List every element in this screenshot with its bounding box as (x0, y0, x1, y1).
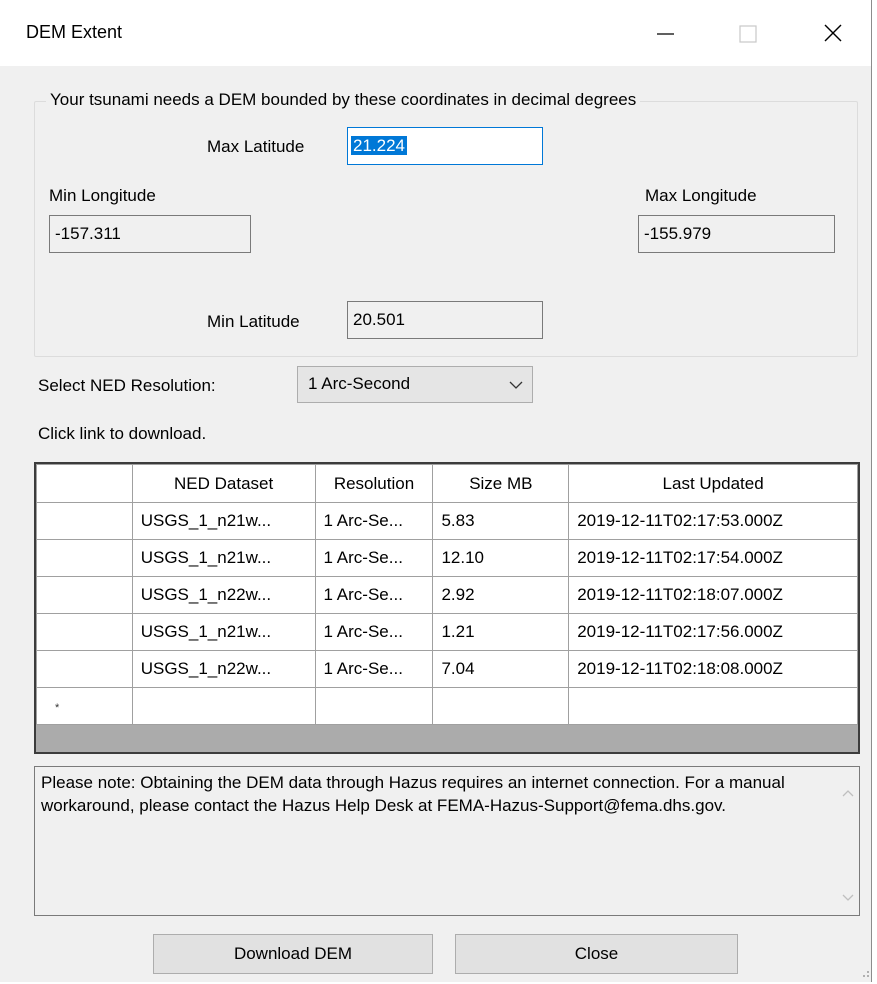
grid-corner-header[interactable] (36, 464, 133, 503)
new-row-cell[interactable] (314, 687, 434, 725)
chevron-down-icon (509, 381, 523, 389)
max-latitude-value: 21.224 (351, 136, 407, 155)
dataset-link-cell[interactable]: USGS_1_n21w... (131, 502, 316, 540)
last-updated-cell[interactable]: 2019-12-11T02:18:07.000Z (568, 576, 858, 614)
max-latitude-label: Max Latitude (207, 137, 305, 156)
row-header-cell[interactable] (36, 576, 133, 614)
table-row[interactable]: USGS_1_n21w... 1 Arc-Se... 1.21 2019-12-… (36, 613, 858, 651)
close-window-button[interactable] (800, 0, 870, 66)
last-updated-cell[interactable]: 2019-12-11T02:17:56.000Z (568, 613, 858, 651)
ned-dataset-table: NED Dataset Resolution Size MB Last Upda… (36, 464, 858, 725)
scroll-down-icon (842, 894, 854, 901)
table-row[interactable]: USGS_1_n21w... 1 Arc-Se... 12.10 2019-12… (36, 539, 858, 577)
column-header-resolution[interactable]: Resolution (314, 464, 434, 503)
note-text: Please note: Obtaining the DEM data thro… (41, 773, 785, 815)
dataset-link-cell[interactable]: USGS_1_n22w... (131, 576, 316, 614)
minimize-button[interactable] (630, 0, 700, 66)
new-row-marker: * (55, 702, 60, 714)
resolution-cell[interactable]: 1 Arc-Se... (314, 539, 434, 577)
grid-header-row: NED Dataset Resolution Size MB Last Upda… (36, 464, 858, 503)
maximize-icon (739, 25, 757, 43)
table-row[interactable]: USGS_1_n22w... 1 Arc-Se... 7.04 2019-12-… (36, 650, 858, 688)
title-bar[interactable]: DEM Extent (0, 0, 871, 66)
size-cell[interactable]: 12.10 (432, 539, 570, 577)
resolution-cell[interactable]: 1 Arc-Se... (314, 613, 434, 651)
min-latitude-value: 20.501 (353, 310, 405, 329)
note-textbox[interactable]: Please note: Obtaining the DEM data thro… (34, 766, 860, 916)
new-row-header-cell[interactable]: * (36, 687, 133, 725)
size-cell[interactable]: 5.83 (432, 502, 570, 540)
column-header-ned-dataset[interactable]: NED Dataset (131, 464, 316, 503)
last-updated-cell[interactable]: 2019-12-11T02:17:53.000Z (568, 502, 858, 540)
new-row-cell[interactable] (131, 687, 316, 725)
min-longitude-field[interactable]: -157.311 (49, 215, 251, 253)
new-row-cell[interactable] (568, 687, 858, 725)
dataset-link-cell[interactable]: USGS_1_n21w... (131, 539, 316, 577)
size-cell[interactable]: 7.04 (432, 650, 570, 688)
resolution-selected: 1 Arc-Second (308, 374, 411, 393)
minimize-icon (657, 33, 674, 35)
min-latitude-label: Min Latitude (207, 312, 300, 331)
max-longitude-label: Max Longitude (645, 186, 757, 205)
scroll-up-icon (842, 790, 854, 797)
close-button[interactable]: Close (455, 934, 738, 974)
resolution-cell[interactable]: 1 Arc-Se... (314, 576, 434, 614)
extent-legend: Your tsunami needs a DEM bounded by thes… (46, 90, 641, 110)
new-row-cell[interactable] (432, 687, 570, 725)
maximize-button (710, 0, 780, 66)
download-hint: Click link to download. (38, 424, 207, 443)
row-header-cell[interactable] (36, 502, 133, 540)
min-latitude-field[interactable]: 20.501 (347, 301, 543, 339)
max-latitude-field[interactable]: 21.224 (347, 127, 543, 165)
table-row[interactable]: USGS_1_n22w... 1 Arc-Se... 2.92 2019-12-… (36, 576, 858, 614)
close-icon (824, 24, 842, 42)
last-updated-cell[interactable]: 2019-12-11T02:18:08.000Z (568, 650, 858, 688)
table-row[interactable]: USGS_1_n21w... 1 Arc-Se... 5.83 2019-12-… (36, 502, 858, 540)
row-header-cell[interactable] (36, 613, 133, 651)
vertical-scrollbar[interactable] (837, 767, 859, 915)
new-row[interactable]: * (36, 687, 858, 725)
size-cell[interactable]: 2.92 (432, 576, 570, 614)
column-header-size-mb[interactable]: Size MB (432, 464, 570, 503)
dataset-link-cell[interactable]: USGS_1_n21w... (131, 613, 316, 651)
min-longitude-value: -157.311 (55, 224, 121, 243)
max-longitude-field[interactable]: -155.979 (638, 215, 835, 253)
size-cell[interactable]: 1.21 (432, 613, 570, 651)
resolution-dropdown[interactable]: 1 Arc-Second (297, 366, 533, 403)
download-dem-button[interactable]: Download DEM (153, 934, 433, 974)
ned-dataset-grid[interactable]: NED Dataset Resolution Size MB Last Upda… (34, 462, 860, 754)
resolution-cell[interactable]: 1 Arc-Se... (314, 650, 434, 688)
resolution-cell[interactable]: 1 Arc-Se... (314, 502, 434, 540)
last-updated-cell[interactable]: 2019-12-11T02:17:54.000Z (568, 539, 858, 577)
dem-extent-window: DEM Extent Your tsunami needs a DEM boun… (0, 0, 872, 982)
window-title: DEM Extent (26, 22, 123, 42)
min-longitude-label: Min Longitude (49, 186, 156, 205)
max-longitude-value: -155.979 (644, 224, 712, 243)
resize-grip-icon[interactable] (858, 966, 870, 978)
row-header-cell[interactable] (36, 539, 133, 577)
row-header-cell[interactable] (36, 650, 133, 688)
column-header-last-updated[interactable]: Last Updated (568, 464, 858, 503)
dataset-link-cell[interactable]: USGS_1_n22w... (131, 650, 316, 688)
resolution-label: Select NED Resolution: (38, 376, 216, 395)
